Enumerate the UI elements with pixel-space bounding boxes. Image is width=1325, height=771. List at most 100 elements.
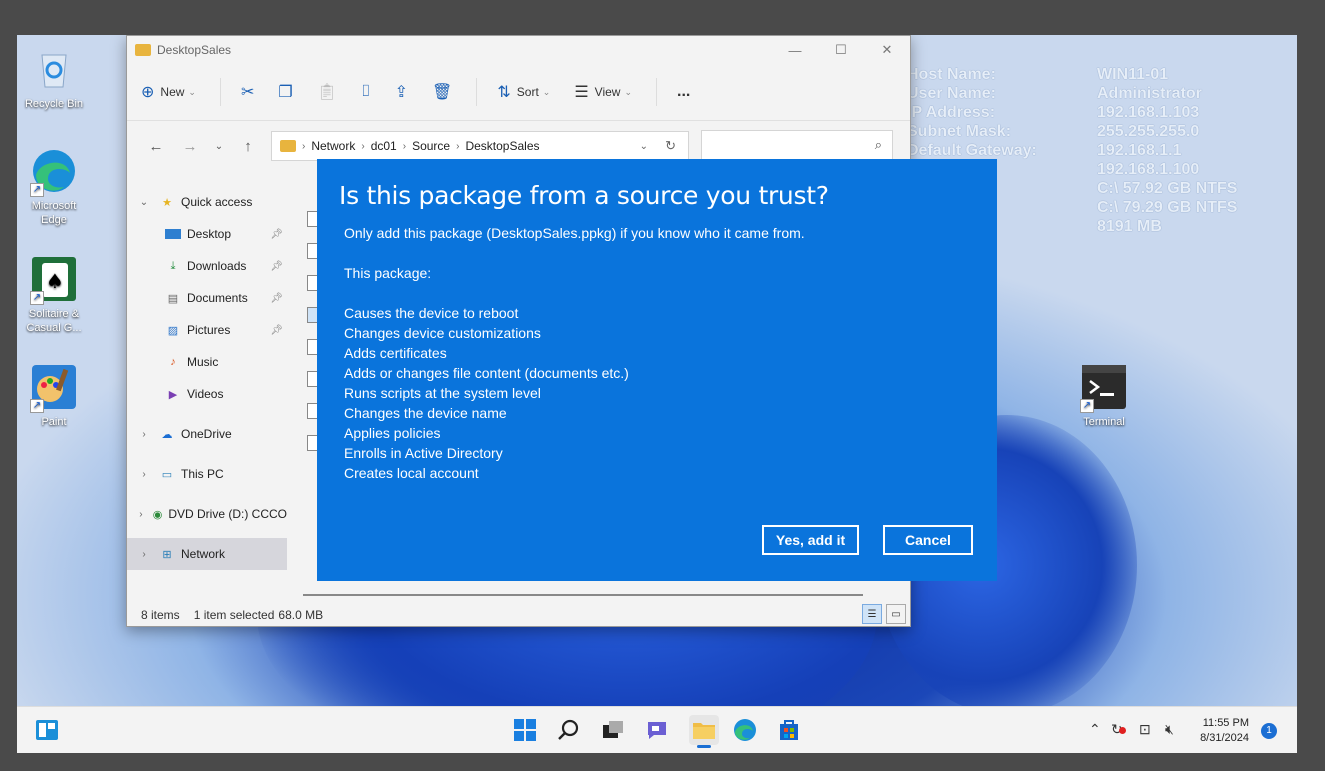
desktop-icon-recycle-bin[interactable]: Recycle Bin: [18, 45, 90, 111]
status-bar: 8 items 1 item selected 68.0 MB: [141, 608, 323, 622]
package-actions-list: Causes the device to reboot Changes devi…: [344, 303, 805, 483]
dialog-title: Is this package from a source you trust?: [339, 181, 829, 210]
dialog-body: Only add this package (DesktopSales.ppkg…: [344, 223, 805, 483]
sync-icon[interactable]: ↻: [1111, 721, 1126, 738]
more-button[interactable]: ...: [677, 83, 690, 101]
tiles-view-icon[interactable]: ▭: [886, 604, 906, 624]
notification-badge[interactable]: 1: [1261, 723, 1277, 739]
nav-dvd-drive[interactable]: › ◉ DVD Drive (D:) CCCO: [127, 498, 287, 530]
selection-count: 1 item selected: [193, 608, 275, 622]
task-view-button[interactable]: [601, 718, 625, 742]
terminal-icon: ↗: [1080, 363, 1128, 413]
nav-item-documents[interactable]: ▤ Documents 📌︎: [127, 282, 287, 314]
music-icon: ♪: [170, 356, 176, 368]
close-button[interactable]: ✕: [864, 36, 910, 64]
nav-onedrive[interactable]: › ☁ OneDrive: [127, 418, 287, 450]
video-icon: ▶: [168, 388, 178, 401]
bginfo-value: 192.168.1.1: [1097, 142, 1182, 159]
divider: [476, 78, 478, 106]
desktop-icon-terminal[interactable]: ↗ Terminal: [1068, 363, 1140, 429]
nav-this-pc[interactable]: › ▭ This PC: [127, 458, 287, 490]
document-icon: ▤: [167, 292, 179, 305]
rename-button[interactable]: ⌷: [361, 83, 371, 101]
speaker-icon[interactable]: 🔇︎: [1165, 721, 1174, 738]
chevron-down-icon[interactable]: ⌄: [640, 141, 648, 152]
back-button[interactable]: ←: [139, 138, 173, 155]
sort-button[interactable]: ⇅ Sort ⌄: [497, 82, 550, 102]
share-icon: ⇪: [394, 84, 409, 101]
cut-button[interactable]: ✂: [241, 82, 254, 102]
maximize-button[interactable]: ☐: [818, 36, 864, 64]
chat-button[interactable]: [645, 718, 669, 742]
trust-package-dialog: Is this package from a source you trust?…: [317, 159, 997, 581]
edge-icon: [734, 719, 756, 741]
new-button[interactable]: ⊕ New ⌄: [141, 82, 196, 102]
network-icon[interactable]: ⊡: [1139, 721, 1151, 738]
desktop-icon-solitaire[interactable]: ♠ ↗ Solitaire & Casual G...: [18, 255, 90, 335]
nav-item-downloads[interactable]: ⤓ Downloads 📌︎: [127, 250, 287, 282]
new-label: New: [160, 85, 185, 99]
pin-icon: 📌︎: [270, 228, 283, 240]
nav-network[interactable]: › ⊞ Network: [127, 538, 287, 570]
picture-icon: ▨: [167, 324, 179, 337]
list-item: Causes the device to reboot: [344, 305, 519, 321]
list-item: Adds certificates: [344, 345, 447, 361]
nav-item-pictures[interactable]: ▨ Pictures 📌︎: [127, 314, 287, 346]
svg-text:♠: ♠: [46, 269, 64, 293]
desktop-icon-label: Recycle Bin: [24, 98, 84, 110]
breadcrumb-item[interactable]: DesktopSales: [465, 139, 539, 153]
widgets-button[interactable]: [35, 718, 59, 742]
forward-button[interactable]: →: [173, 138, 207, 155]
breadcrumb-item[interactable]: Source: [412, 139, 450, 153]
copy-button[interactable]: ❐: [278, 82, 292, 102]
paste-button[interactable]: 📋︎: [317, 82, 337, 102]
details-view-icon[interactable]: ☰: [862, 604, 882, 624]
folder-icon: [135, 44, 151, 56]
search-icon: ⌕: [874, 137, 882, 152]
search-input[interactable]: ⌕: [701, 130, 893, 162]
list-item: Creates local account: [344, 465, 479, 481]
breadcrumb-item[interactable]: dc01: [371, 139, 397, 153]
minimize-button[interactable]: —: [772, 36, 818, 64]
trash-icon: 🗑︎: [432, 84, 453, 101]
cancel-button[interactable]: Cancel: [883, 525, 973, 555]
yes-add-it-button[interactable]: Yes, add it: [762, 525, 859, 555]
edge-taskbar-button[interactable]: [733, 718, 757, 742]
title-bar[interactable]: DesktopSales — ☐ ✕: [127, 36, 910, 64]
star-icon: ★: [162, 196, 172, 209]
address-bar[interactable]: › Network › dc01 › Source › DesktopSales…: [271, 131, 689, 161]
file-explorer-taskbar-button[interactable]: [689, 715, 719, 748]
delete-button[interactable]: 🗑︎: [432, 82, 452, 102]
search-button[interactable]: [557, 718, 581, 742]
chevron-down-icon: ⌄: [188, 86, 196, 97]
desktop-icon-edge[interactable]: ↗ Microsoft Edge: [18, 147, 90, 227]
bginfo-value: 192.168.1.100: [1097, 161, 1200, 178]
start-button[interactable]: [513, 718, 537, 742]
chevron-up-icon[interactable]: ⌃: [1089, 721, 1101, 738]
view-button[interactable]: ☰ View ⌄: [574, 82, 632, 102]
share-button[interactable]: ⇪: [395, 82, 408, 102]
nav-label: Quick access: [181, 195, 253, 209]
nav-item-videos[interactable]: ▶ Videos: [127, 378, 287, 410]
up-button[interactable]: ↑: [231, 138, 265, 155]
nav-label: DVD Drive (D:) CCCO: [168, 507, 287, 521]
store-taskbar-button[interactable]: [777, 718, 801, 742]
windows-logo-icon: [514, 719, 536, 741]
nav-item-desktop[interactable]: Desktop 📌︎: [127, 218, 287, 250]
breadcrumb-item[interactable]: Network: [311, 139, 355, 153]
desktop-icon-paint[interactable]: ↗ Paint: [18, 363, 90, 429]
paste-icon: 📋︎: [316, 84, 338, 101]
chevron-right-icon: ›: [302, 140, 306, 152]
nav-quick-access[interactable]: ⌄ ★ Quick access: [127, 186, 287, 218]
refresh-icon[interactable]: ↻: [665, 138, 676, 154]
package-label: This package:: [344, 265, 432, 281]
task-view-icon: [603, 721, 623, 738]
horizontal-scrollbar[interactable]: [303, 594, 863, 596]
clock[interactable]: 11:55 PM 8/31/2024: [1200, 716, 1249, 746]
recent-locations-button[interactable]: ⌄: [207, 141, 231, 152]
bginfo-value: C:\ 79.29 GB NTFS: [1097, 199, 1238, 216]
nav-item-music[interactable]: ♪ Music: [127, 346, 287, 378]
folder-icon: [280, 140, 296, 152]
nav-label: Documents: [187, 291, 248, 305]
download-icon: ⤓: [170, 259, 176, 272]
